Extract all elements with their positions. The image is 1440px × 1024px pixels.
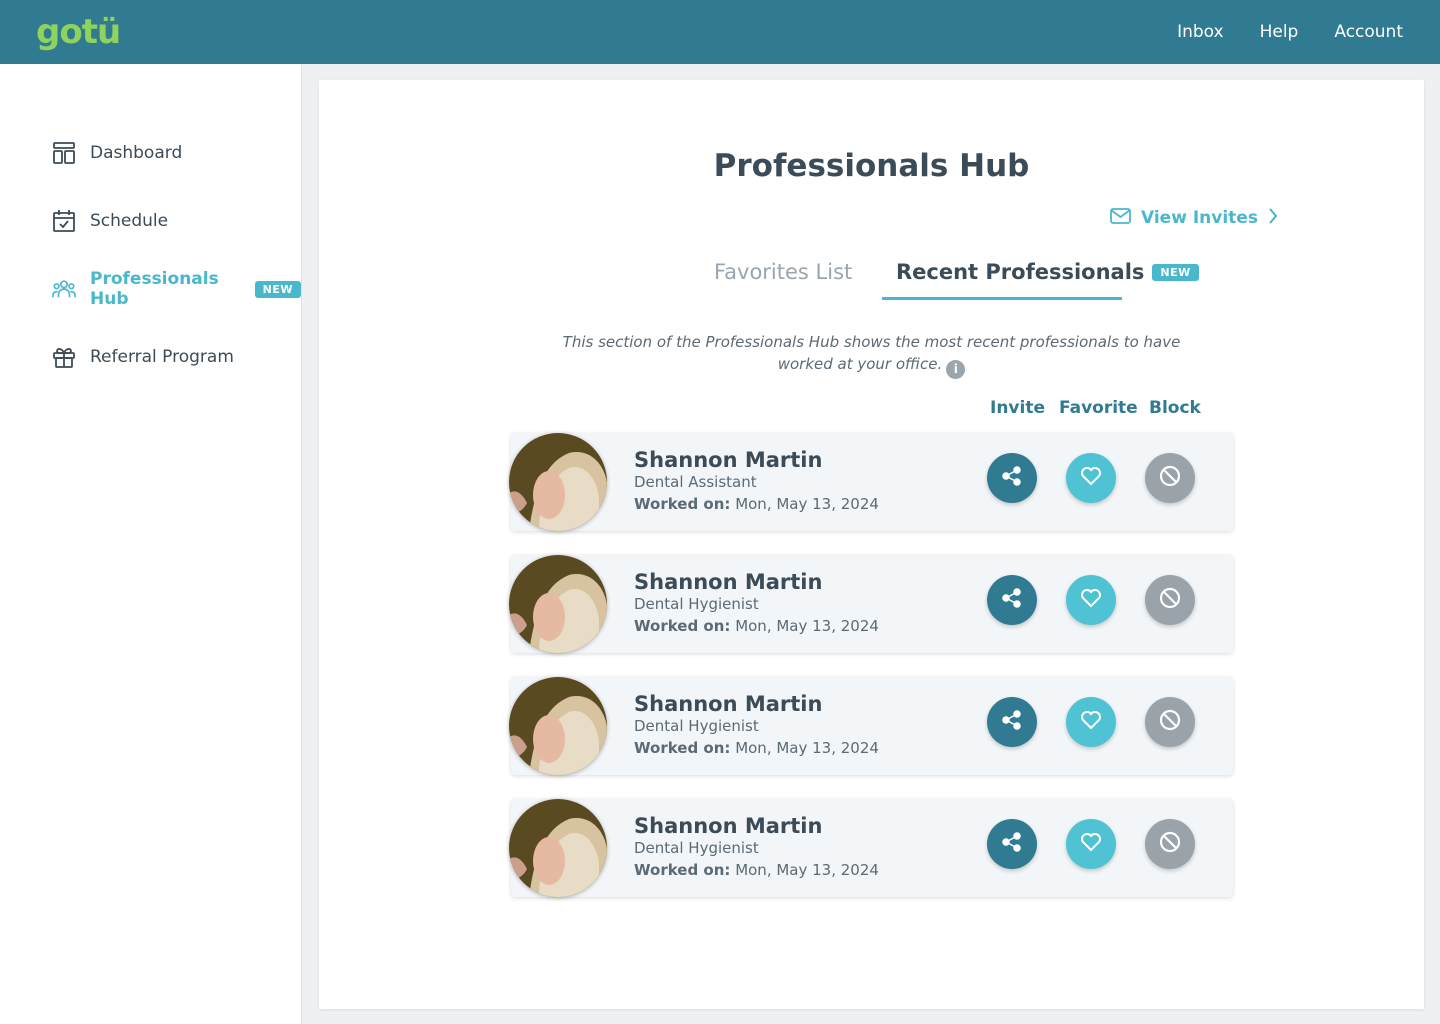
worked-on-date: Mon, May 13, 2024 bbox=[735, 617, 879, 635]
column-header-favorite: Favorite bbox=[1059, 398, 1138, 418]
worked-on-label: Worked on: bbox=[634, 617, 731, 635]
sidebar-item-label: Professionals Hub bbox=[90, 269, 219, 309]
worked-on-date: Mon, May 13, 2024 bbox=[735, 739, 879, 757]
share-icon bbox=[1001, 587, 1023, 613]
column-header-invite: Invite bbox=[990, 398, 1045, 418]
professional-row: Shannon Martin Dental Hygienist Worked o… bbox=[509, 555, 1233, 653]
block-button[interactable] bbox=[1145, 697, 1195, 747]
professional-row: Shannon Martin Dental Hygienist Worked o… bbox=[509, 799, 1233, 897]
sidebar-item-schedule[interactable]: Schedule bbox=[52, 206, 168, 236]
info-icon[interactable]: i bbox=[946, 359, 966, 379]
favorite-button[interactable] bbox=[1066, 453, 1116, 503]
block-button[interactable] bbox=[1145, 819, 1195, 869]
envelope-icon bbox=[1110, 208, 1131, 228]
new-badge: NEW bbox=[254, 280, 301, 298]
professional-role: Dental Assistant bbox=[634, 473, 757, 491]
top-nav: Inbox Help Account bbox=[1177, 0, 1403, 64]
active-tab-indicator bbox=[882, 297, 1122, 300]
professional-name: Shannon Martin bbox=[634, 570, 823, 594]
sidebar-item-label: Schedule bbox=[90, 211, 169, 231]
avatar[interactable] bbox=[509, 799, 607, 897]
worked-on-date: Mon, May 13, 2024 bbox=[735, 495, 879, 513]
avatar[interactable] bbox=[509, 433, 607, 531]
description-text: This section of the Professionals Hub sh… bbox=[562, 333, 1181, 373]
invite-button[interactable] bbox=[987, 575, 1037, 625]
top-bar: gotü Inbox Help Account bbox=[0, 0, 1440, 64]
column-headers: Invite Favorite Block bbox=[319, 398, 1424, 422]
nav-account[interactable]: Account bbox=[1334, 22, 1403, 42]
block-icon bbox=[1159, 465, 1181, 491]
section-description: This section of the Professionals Hub sh… bbox=[539, 331, 1204, 379]
logo-text: gotü bbox=[36, 12, 121, 52]
column-header-block: Block bbox=[1149, 398, 1201, 418]
sidebar-item-label: Referral Program bbox=[90, 347, 234, 367]
invite-button[interactable] bbox=[987, 453, 1037, 503]
professional-name: Shannon Martin bbox=[634, 448, 823, 472]
share-icon bbox=[1001, 831, 1023, 857]
calendar-icon bbox=[52, 209, 76, 233]
users-icon bbox=[52, 277, 76, 301]
worked-on: Worked on: Mon, May 13, 2024 bbox=[634, 617, 879, 635]
sidebar-item-label: Dashboard bbox=[90, 143, 183, 163]
block-button[interactable] bbox=[1145, 453, 1195, 503]
worked-on: Worked on: Mon, May 13, 2024 bbox=[634, 861, 879, 879]
favorite-button[interactable] bbox=[1066, 697, 1116, 747]
tab-favorites-list[interactable]: Favorites List bbox=[714, 260, 852, 284]
gotu-logo[interactable]: gotü bbox=[36, 10, 121, 54]
invite-button[interactable] bbox=[987, 819, 1037, 869]
worked-on-label: Worked on: bbox=[634, 861, 731, 879]
new-badge: NEW bbox=[1152, 263, 1199, 281]
view-invites-label: View Invites bbox=[1141, 208, 1258, 228]
view-invites-link[interactable]: View Invites bbox=[1110, 207, 1278, 229]
sidebar-item-referral-program[interactable]: Referral Program bbox=[52, 342, 234, 372]
avatar[interactable] bbox=[509, 555, 607, 653]
favorite-button[interactable] bbox=[1066, 819, 1116, 869]
nav-help[interactable]: Help bbox=[1260, 22, 1299, 42]
heart-icon bbox=[1080, 832, 1102, 856]
sidebar-item-professionals-hub[interactable]: Professionals Hub NEW bbox=[52, 269, 301, 309]
block-button[interactable] bbox=[1145, 575, 1195, 625]
sidebar: Dashboard Schedule Professionals Hub NEW… bbox=[0, 64, 302, 1024]
tab-label: Recent Professionals bbox=[896, 260, 1145, 284]
worked-on-label: Worked on: bbox=[634, 495, 731, 513]
professional-name: Shannon Martin bbox=[634, 814, 823, 838]
block-icon bbox=[1159, 709, 1181, 735]
heart-icon bbox=[1080, 466, 1102, 490]
page-title: Professionals Hub bbox=[713, 148, 1030, 184]
share-icon bbox=[1001, 709, 1023, 735]
worked-on-date: Mon, May 13, 2024 bbox=[735, 861, 879, 879]
professional-role: Dental Hygienist bbox=[634, 717, 759, 735]
tabs: Favorites List Recent Professionals NEW bbox=[319, 260, 1424, 300]
professional-role: Dental Hygienist bbox=[634, 595, 759, 613]
main-card: Professionals Hub View Invites Favorites… bbox=[319, 80, 1424, 1009]
dashboard-icon bbox=[52, 141, 76, 165]
heart-icon bbox=[1080, 710, 1102, 734]
worked-on: Worked on: Mon, May 13, 2024 bbox=[634, 739, 879, 757]
avatar[interactable] bbox=[509, 677, 607, 775]
worked-on: Worked on: Mon, May 13, 2024 bbox=[634, 495, 879, 513]
invite-button[interactable] bbox=[987, 697, 1037, 747]
professional-row: Shannon Martin Dental Assistant Worked o… bbox=[509, 433, 1233, 531]
chevron-right-icon bbox=[1268, 207, 1278, 229]
block-icon bbox=[1159, 831, 1181, 857]
professional-name: Shannon Martin bbox=[634, 692, 823, 716]
professional-row: Shannon Martin Dental Hygienist Worked o… bbox=[509, 677, 1233, 775]
gift-icon bbox=[52, 345, 76, 369]
sidebar-item-dashboard[interactable]: Dashboard bbox=[52, 138, 182, 168]
share-icon bbox=[1001, 465, 1023, 491]
professional-role: Dental Hygienist bbox=[634, 839, 759, 857]
nav-inbox[interactable]: Inbox bbox=[1177, 22, 1224, 42]
heart-icon bbox=[1080, 588, 1102, 612]
favorite-button[interactable] bbox=[1066, 575, 1116, 625]
tab-recent-professionals[interactable]: Recent Professionals NEW bbox=[896, 260, 1199, 284]
block-icon bbox=[1159, 587, 1181, 613]
worked-on-label: Worked on: bbox=[634, 739, 731, 757]
